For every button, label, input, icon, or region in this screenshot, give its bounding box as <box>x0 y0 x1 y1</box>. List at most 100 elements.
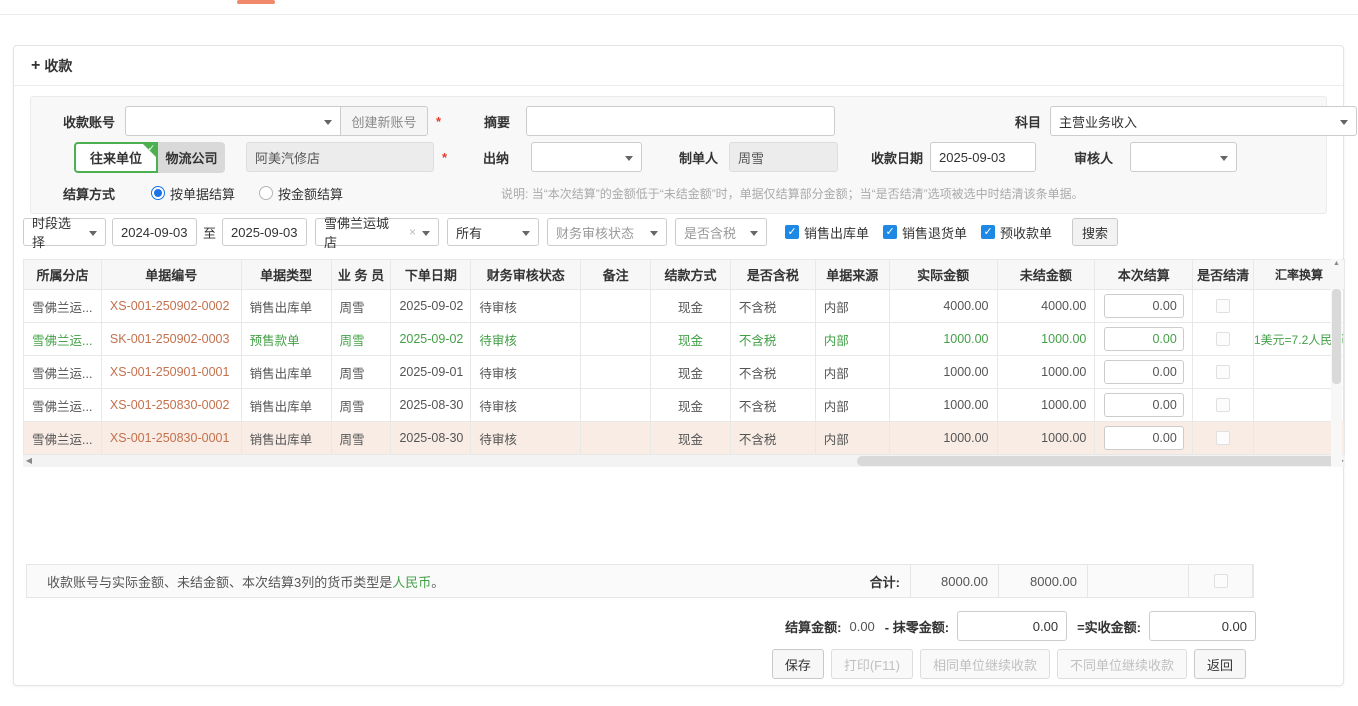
account-select[interactable] <box>125 106 341 136</box>
unit-value: 阿美汽修店 <box>255 148 320 167</box>
date-from-value: 2024-09-03 <box>121 225 188 240</box>
store-select[interactable]: 雪佛兰运城店 × <box>315 218 439 246</box>
clear-icon[interactable]: × <box>409 225 416 239</box>
date-to-input[interactable]: 2025-09-03 <box>222 218 307 246</box>
cell-tax: 不含税 <box>731 389 816 421</box>
tax-select[interactable]: 是否含税 <box>675 218 767 246</box>
scope-select[interactable]: 所有 <box>447 218 539 246</box>
col-store: 所属分店 <box>24 260 102 289</box>
cell-unsettled: 1000.00 <box>998 356 1096 388</box>
summary-input[interactable] <box>526 106 835 136</box>
same-unit-continue-button[interactable]: 相同单位继续收款 <box>920 649 1050 679</box>
settle-now-input[interactable] <box>1104 426 1184 450</box>
checkbox-icon[interactable] <box>883 225 897 239</box>
col-audit-status: 财务审核状态 <box>471 260 581 289</box>
received-label: =实收金额: <box>1077 617 1141 636</box>
checkbox-sales-outbound[interactable]: 销售出库单 <box>785 223 869 242</box>
cleared-checkbox[interactable] <box>1216 431 1230 445</box>
cell-order-no[interactable]: XS-001-250902-0002 <box>102 290 242 322</box>
cleared-checkbox[interactable] <box>1216 398 1230 412</box>
checkbox-sales-return[interactable]: 销售退货单 <box>883 223 967 242</box>
search-button[interactable]: 搜索 <box>1072 218 1118 246</box>
cell-remark <box>581 422 651 454</box>
radio-settle-by-order[interactable] <box>151 186 165 200</box>
auditor-label: 审核人 <box>1071 148 1113 167</box>
receipt-date-value: 2025-09-03 <box>939 150 1006 165</box>
cell-doc-type: 销售出库单 <box>242 389 332 421</box>
create-account-button[interactable]: 创建新账号 <box>340 106 428 136</box>
cleared-checkbox[interactable] <box>1216 299 1230 313</box>
cell-unsettled: 1000.00 <box>998 389 1096 421</box>
col-order-date: 下单日期 <box>391 260 471 289</box>
horizontal-scrollbar-thumb[interactable] <box>857 456 1339 466</box>
rounding-input[interactable] <box>957 611 1067 641</box>
total-cleared-cell <box>1188 565 1253 597</box>
vertical-scrollbar-thumb[interactable] <box>1332 289 1341 384</box>
vertical-scrollbar[interactable]: ▲ <box>1331 259 1342 467</box>
cleared-checkbox[interactable] <box>1216 365 1230 379</box>
required-asterisk: * <box>442 150 452 165</box>
print-button[interactable]: 打印(F11) <box>831 649 913 679</box>
period-select[interactable]: 时段选择 <box>23 218 106 246</box>
radio-settle-by-amount[interactable] <box>259 186 273 200</box>
diff-unit-continue-button[interactable]: 不同单位继续收款 <box>1057 649 1187 679</box>
cleared-checkbox[interactable] <box>1216 332 1230 346</box>
auditor-select[interactable] <box>1130 142 1237 172</box>
documents-table: 所属分店 单据编号 单据类型 业 务 员 下单日期 财务审核状态 备注 结款方式… <box>23 259 1345 455</box>
checkbox-icon[interactable] <box>981 225 995 239</box>
table-row-highlighted: 雪佛兰运... XS-001-250830-0001 销售出库单 周雪 2025… <box>24 422 1344 455</box>
table-row: 雪佛兰运... XS-001-250830-0002 销售出库单 周雪 2025… <box>24 389 1344 422</box>
period-select-value: 时段选择 <box>32 213 83 251</box>
receipt-form: 收款账号 创建新账号 * 摘要 科目 主营业务收入 * 往来单位 ✓ <box>30 96 1327 214</box>
settle-now-input[interactable] <box>1104 327 1184 351</box>
cell-source: 内部 <box>816 422 890 454</box>
cell-pay-method: 现金 <box>651 422 731 454</box>
settle-mode-note: 说明: 当“本次结算”的金额低于“未结金额”时，单据仅结算部分金额；当“是否结清… <box>501 185 1084 202</box>
cell-order-no[interactable]: SK-001-250902-0003 <box>102 323 242 355</box>
cell-remark <box>581 290 651 322</box>
account-label: 收款账号 <box>31 112 115 131</box>
unit-tab-logistics[interactable]: 物流公司 <box>158 142 225 173</box>
settle-now-input[interactable] <box>1104 360 1184 384</box>
cell-store: 雪佛兰运... <box>24 323 102 355</box>
plus-icon: + <box>31 57 40 75</box>
panel-header: + 收款 <box>14 46 1343 86</box>
settle-now-input[interactable] <box>1104 393 1184 417</box>
scroll-left-icon[interactable]: ◀ <box>23 455 35 467</box>
subject-label: 科目 <box>921 112 1041 131</box>
maker-label: 制单人 <box>642 148 718 167</box>
received-input[interactable] <box>1149 611 1256 641</box>
scroll-up-icon[interactable]: ▲ <box>1331 259 1342 269</box>
col-remark: 备注 <box>581 260 651 289</box>
subject-select[interactable]: 主营业务收入 <box>1050 106 1357 136</box>
cell-remark <box>581 323 651 355</box>
cell-order-date: 2025-09-02 <box>391 290 471 322</box>
unit-tab-customer[interactable]: 往来单位 ✓ <box>74 142 158 173</box>
cell-audit-status: 待审核 <box>471 389 581 421</box>
back-button[interactable]: 返回 <box>1194 649 1246 679</box>
cashier-select[interactable] <box>531 142 642 172</box>
total-cleared-checkbox <box>1214 574 1228 588</box>
checkbox-icon[interactable] <box>785 225 799 239</box>
audit-status-select[interactable]: 财务审核状态 <box>547 218 667 246</box>
date-from-input[interactable]: 2024-09-03 <box>112 218 197 246</box>
cell-order-no[interactable]: XS-001-250830-0002 <box>102 389 242 421</box>
cell-amount: 4000.00 <box>890 290 998 322</box>
receipt-date-input[interactable]: 2025-09-03 <box>930 142 1036 172</box>
cell-doc-type: 销售出库单 <box>242 422 332 454</box>
cell-audit-status: 待审核 <box>471 422 581 454</box>
save-button[interactable]: 保存 <box>772 649 824 679</box>
summary-input-field[interactable] <box>535 114 826 129</box>
cell-order-no[interactable]: XS-001-250901-0001 <box>102 356 242 388</box>
cell-salesman: 周雪 <box>332 389 392 421</box>
checkbox-advance-receipt[interactable]: 预收款单 <box>981 223 1052 242</box>
radio-settle-by-amount-label: 按金额结算 <box>278 184 343 203</box>
action-buttons-row: 保存 打印(F11) 相同单位继续收款 不同单位继续收款 返回 <box>14 649 1246 679</box>
settle-now-input[interactable] <box>1104 294 1184 318</box>
cell-order-no[interactable]: XS-001-250830-0001 <box>102 422 242 454</box>
currency-note-suffix: 。 <box>431 575 444 590</box>
settlement-row: 结算金额: 0.00 - 抹零金额: =实收金额: <box>14 611 1256 641</box>
horizontal-scrollbar[interactable]: ◀ ▶ <box>23 455 1345 467</box>
unit-value-input: 阿美汽修店 <box>246 142 434 172</box>
chevron-down-icon <box>1220 156 1228 161</box>
